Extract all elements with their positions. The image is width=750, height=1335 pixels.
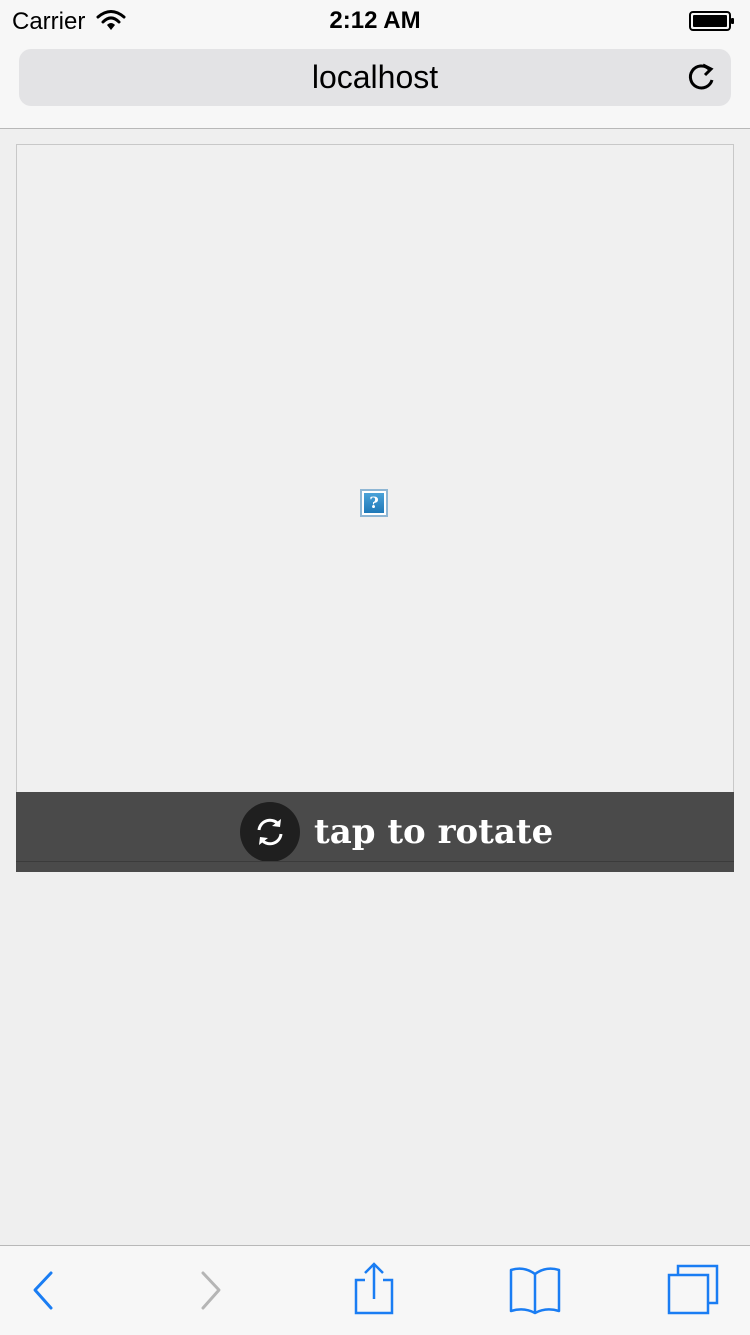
reload-icon[interactable] bbox=[685, 61, 717, 95]
address-bar[interactable]: localhost bbox=[19, 49, 731, 106]
rotate-arrows-icon bbox=[257, 818, 283, 846]
share-button[interactable] bbox=[329, 1246, 419, 1335]
bookmarks-button[interactable] bbox=[490, 1246, 580, 1335]
web-content-frame: ? bbox=[16, 144, 734, 794]
share-icon bbox=[354, 1262, 394, 1315]
broken-image-icon: ? bbox=[360, 489, 388, 517]
browser-toolbar bbox=[0, 1245, 750, 1335]
chevron-left-icon bbox=[33, 1271, 53, 1310]
status-time: 2:12 AM bbox=[329, 7, 421, 34]
rotate-label[interactable]: tap to rotate bbox=[314, 810, 553, 854]
status-bar: Carrier 2:12 AM bbox=[0, 0, 750, 40]
banner-divider bbox=[16, 861, 734, 862]
tabs-icon bbox=[667, 1264, 719, 1315]
forward-button[interactable] bbox=[166, 1246, 256, 1335]
url-text[interactable]: localhost bbox=[19, 49, 731, 106]
chevron-right-icon bbox=[201, 1271, 221, 1310]
battery-icon bbox=[689, 11, 734, 31]
book-icon bbox=[509, 1267, 561, 1315]
tap-to-rotate-banner[interactable]: tap to rotate bbox=[16, 792, 734, 872]
broken-image-glyph: ? bbox=[364, 493, 384, 513]
back-button[interactable] bbox=[0, 1246, 90, 1335]
rotate-icon[interactable] bbox=[240, 802, 300, 862]
tabs-button[interactable] bbox=[648, 1246, 738, 1335]
browser-chrome-top: Carrier 2:12 AM localhost bbox=[0, 0, 750, 129]
